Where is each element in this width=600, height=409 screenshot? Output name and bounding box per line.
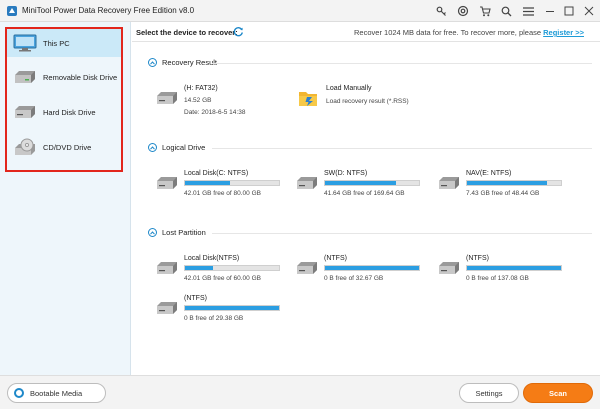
bootable-media-label: Bootable Media [30, 388, 83, 398]
search-icon[interactable] [499, 4, 513, 18]
usage-bar [184, 265, 280, 271]
collapse-icon[interactable] [148, 58, 157, 67]
usage-fill [185, 306, 279, 310]
usage-bar [184, 180, 280, 186]
recovery-result-drive[interactable]: (H: FAT32) 14.52 GB Date: 2018-6-5 14:38 [156, 85, 286, 119]
support-icon[interactable] [456, 4, 470, 18]
maximize-icon[interactable] [562, 4, 576, 18]
usage-bar [466, 180, 562, 186]
section-title: Logical Drive [162, 143, 206, 152]
folder-icon [299, 92, 317, 106]
close-icon[interactable] [582, 4, 596, 18]
bootable-media-button[interactable]: Bootable Media [7, 383, 106, 403]
lost-partition-item[interactable]: (NTFS) 0 B free of 137.08 GB [438, 255, 568, 289]
minimize-icon[interactable] [543, 4, 557, 18]
usage-bar [324, 265, 420, 271]
drive-size: 14.52 GB [184, 97, 212, 104]
usage-fill [467, 266, 561, 270]
drive-name: (NTFS) [184, 295, 207, 302]
lost-partition-item[interactable]: (NTFS) 0 B free of 32.67 GB [296, 255, 426, 289]
promo-text: Recover 1024 MB data for free. To recove… [354, 28, 584, 37]
drive-size: 42.01 GB free of 80.00 GB [184, 190, 261, 197]
collapse-icon[interactable] [148, 228, 157, 237]
load-manually[interactable]: Load Manually Load recovery result (*.RS… [298, 85, 448, 119]
drive-size: 0 B free of 137.08 GB [466, 275, 529, 282]
hard-disk-icon [297, 177, 317, 189]
sidebar: This PC Removable Disk Drive Hard Disk D… [0, 22, 131, 375]
bottom-bar: Bootable Media Settings Scan [0, 375, 600, 409]
hard-disk-icon [157, 262, 177, 274]
section-title: Lost Partition [162, 228, 206, 237]
highlight-box [5, 27, 123, 172]
hard-disk-icon [157, 92, 177, 104]
section-recovery-result[interactable]: Recovery Result [148, 58, 217, 67]
usage-fill [325, 266, 419, 270]
section-title: Recovery Result [162, 58, 218, 67]
hard-disk-icon [297, 262, 317, 274]
scan-button[interactable]: Scan [523, 383, 593, 403]
lost-partition-item[interactable]: (NTFS) 0 B free of 29.38 GB [156, 295, 286, 329]
hard-disk-icon [439, 262, 459, 274]
drive-date: Date: 2018-6-5 14:38 [184, 109, 246, 116]
drive-name: (NTFS) [466, 255, 489, 262]
hard-disk-icon [157, 177, 177, 189]
bootable-media-icon [14, 388, 24, 398]
drive-name: (H: FAT32) [184, 85, 218, 92]
drive-name: SW(D: NTFS) [324, 170, 368, 177]
logical-drive-item[interactable]: Local Disk(C: NTFS) 42.01 GB free of 80.… [156, 170, 286, 204]
drive-name: NAV(E: NTFS) [466, 170, 512, 177]
cart-icon[interactable] [478, 4, 492, 18]
main-panel: Recovery Result (H: FAT32) 14.52 GB Date… [132, 43, 600, 375]
divider [212, 148, 592, 149]
usage-fill [325, 181, 396, 185]
load-manually-subtitle: Load recovery result (*.RSS) [326, 98, 409, 105]
hard-disk-icon [157, 302, 177, 314]
drive-name: Local Disk(C: NTFS) [184, 170, 249, 177]
drive-size: 7.43 GB free of 48.44 GB [466, 190, 540, 197]
usage-fill [185, 266, 214, 270]
usage-bar [184, 305, 280, 311]
app-logo-icon [7, 6, 17, 16]
key-icon[interactable] [434, 4, 448, 18]
settings-button[interactable]: Settings [459, 383, 519, 403]
section-logical-drive[interactable]: Logical Drive [148, 143, 205, 152]
menu-icon[interactable] [521, 4, 535, 18]
register-link[interactable]: Register >> [543, 28, 584, 37]
drive-name: (NTFS) [324, 255, 347, 262]
window-title: MiniTool Power Data Recovery Free Editio… [22, 6, 195, 15]
divider [212, 63, 592, 64]
usage-bar [324, 180, 420, 186]
drive-name: Local Disk(NTFS) [184, 255, 240, 262]
logical-drive-item[interactable]: NAV(E: NTFS) 7.43 GB free of 48.44 GB [438, 170, 568, 204]
section-lost-partition[interactable]: Lost Partition [148, 228, 206, 237]
select-device-label: Select the device to recover: [136, 28, 238, 37]
title-bar: MiniTool Power Data Recovery Free Editio… [0, 0, 600, 22]
usage-bar [466, 265, 562, 271]
drive-size: 0 B free of 29.38 GB [184, 315, 244, 322]
hard-disk-icon [439, 177, 459, 189]
divider [212, 233, 592, 234]
load-manually-title: Load Manually [326, 85, 372, 92]
drive-size: 0 B free of 32.67 GB [324, 275, 384, 282]
device-select-bar: Select the device to recover: Recover 10… [132, 22, 600, 42]
drive-size: 41.64 GB free of 169.64 GB [324, 190, 405, 197]
drive-size: 42.01 GB free of 60.00 GB [184, 275, 261, 282]
lost-partition-item[interactable]: Local Disk(NTFS) 42.01 GB free of 60.00 … [156, 255, 286, 289]
refresh-icon[interactable] [233, 26, 244, 37]
usage-fill [467, 181, 547, 185]
usage-fill [185, 181, 230, 185]
logical-drive-item[interactable]: SW(D: NTFS) 41.64 GB free of 169.64 GB [296, 170, 426, 204]
collapse-icon[interactable] [148, 143, 157, 152]
